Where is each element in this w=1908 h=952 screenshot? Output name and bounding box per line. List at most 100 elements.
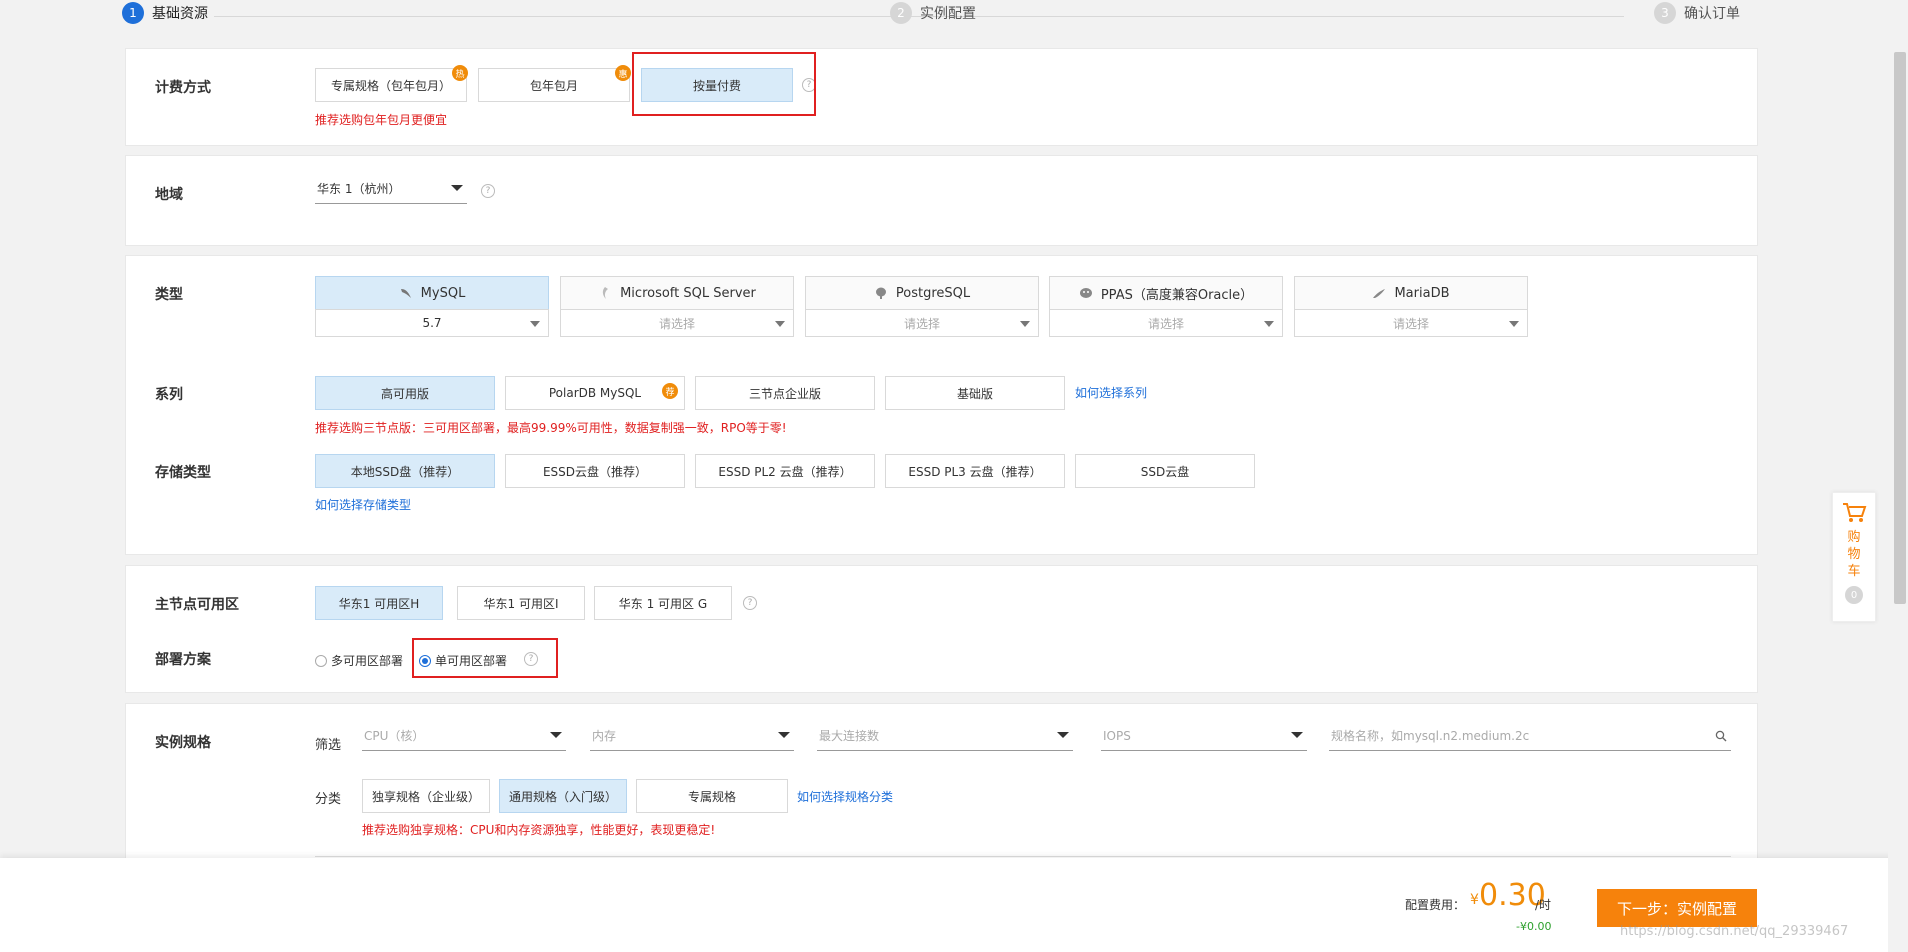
spec-search-input[interactable]: 规格名称，如mysql.n2.medium.2c: [1329, 721, 1731, 751]
annotation-box: [412, 638, 558, 678]
chevron-down-icon: [1057, 732, 1069, 738]
max-connections-filter-select[interactable]: 最大连接数: [817, 721, 1073, 751]
zone-option-g[interactable]: 华东 1 可用区 G: [594, 586, 732, 620]
engine-header[interactable]: MariaDB: [1294, 276, 1528, 310]
option-label: 本地SSD盘（推荐）: [350, 464, 460, 479]
storage-option-essd[interactable]: ESSD云盘（推荐）: [505, 454, 685, 488]
search-icon[interactable]: [1715, 730, 1727, 742]
version-value: 请选择: [1392, 316, 1429, 331]
option-label: 华东1 可用区H: [338, 596, 420, 611]
help-icon[interactable]: ?: [743, 596, 757, 610]
spec-card: 实例规格 筛选 CPU（核） 内存 最大连接数 IOPS 规格名称，如mysql…: [125, 703, 1758, 863]
series-option-high-availability[interactable]: 高可用版: [315, 376, 495, 410]
series-note: 推荐选购三节点版：三可用区部署，最高99.99%可用性，数据复制强一致，RPO等…: [315, 421, 787, 435]
option-label: 高可用版: [380, 386, 429, 401]
engine-header[interactable]: Microsoft SQL Server: [560, 276, 794, 310]
cart-count: 0: [1845, 586, 1863, 604]
category-label: 分类: [315, 792, 342, 807]
version-value: 请选择: [658, 316, 695, 331]
version-value: 请选择: [903, 316, 940, 331]
next-step-button[interactable]: 下一步：实例配置: [1597, 889, 1757, 927]
filter-label: 筛选: [315, 738, 342, 753]
version-select[interactable]: 5.7: [315, 309, 549, 337]
zone-option-h[interactable]: 华东1 可用区H: [315, 586, 443, 620]
zone-option-i[interactable]: 华东1 可用区I: [457, 586, 585, 620]
billing-option-subscription[interactable]: 包年包月 惠: [478, 65, 631, 102]
step-3: 3 确认订单: [1654, 2, 1740, 24]
watermark: https://blog.csdn.net/qq_29339467: [1620, 924, 1849, 939]
storage-option-essd-pl2[interactable]: ESSD PL2 云盘（推荐）: [695, 454, 875, 488]
option-label: 华东1 可用区I: [483, 596, 559, 611]
radio-button[interactable]: [315, 654, 327, 667]
engine-mariadb[interactable]: MariaDB 请选择: [1294, 276, 1528, 338]
ppas-icon: [1079, 288, 1092, 298]
engine-name: MariaDB: [1394, 285, 1450, 301]
engine-sqlserver[interactable]: Microsoft SQL Server 请选择: [560, 276, 794, 338]
storage-option-essd-pl3[interactable]: ESSD PL3 云盘（推荐）: [885, 454, 1065, 488]
engine-mysql[interactable]: MySQL 5.7: [315, 276, 549, 338]
mariadb-seal-icon: [1373, 289, 1386, 298]
fee-discount: -¥0.00: [1516, 920, 1552, 933]
region-card: 地域 华东 1（杭州） ?: [125, 155, 1758, 246]
storage-option-ssd[interactable]: SSD云盘: [1075, 454, 1255, 488]
sqlserver-icon: [602, 287, 609, 299]
engine-ppas[interactable]: PPAS（高度兼容Oracle） 请选择: [1049, 276, 1283, 338]
version-select[interactable]: 请选择: [805, 309, 1039, 337]
billing-option-dedicated[interactable]: 专属规格（包年包月） 热: [315, 65, 468, 102]
hot-badge: 热: [452, 65, 468, 81]
engine-postgresql[interactable]: PostgreSQL 请选择: [805, 276, 1039, 338]
series-option-three-node[interactable]: 三节点企业版: [695, 376, 875, 410]
database-config-card: 类型 MySQL 5.7 Microsoft SQL Server 请选择 Po…: [125, 255, 1758, 555]
option-label: 独享规格（企业级）: [371, 789, 480, 804]
region-title: 地域: [155, 187, 183, 203]
series-option-polardb[interactable]: PolarDB MySQL 荐: [505, 376, 685, 410]
deploy-title: 部署方案: [155, 652, 211, 668]
option-label: ESSD云盘（推荐）: [542, 464, 648, 479]
option-label: SSD云盘: [1140, 464, 1190, 479]
step-label: 确认订单: [1684, 6, 1740, 22]
storage-option-local-ssd[interactable]: 本地SSD盘（推荐）: [315, 454, 495, 488]
engine-header[interactable]: MySQL: [315, 276, 549, 310]
cpu-filter-select[interactable]: CPU（核）: [362, 721, 566, 751]
fee-unit: /时: [1535, 898, 1552, 912]
step-label: 基础资源: [152, 6, 208, 22]
step-2: 2 实例配置: [890, 2, 976, 24]
scrollbar-thumb[interactable]: [1894, 52, 1906, 604]
help-icon[interactable]: ?: [481, 184, 495, 198]
step-number: 3: [1654, 2, 1676, 24]
iops-filter-select[interactable]: IOPS: [1101, 721, 1307, 751]
category-help-link[interactable]: 如何选择规格分类: [797, 788, 893, 805]
engine-name: PPAS（高度兼容Oracle）: [1100, 287, 1254, 303]
option-label: 三节点企业版: [748, 386, 821, 401]
engine-name: PostgreSQL: [895, 285, 971, 301]
region-select[interactable]: 华东 1（杭州）: [315, 174, 467, 204]
category-option-general-entry[interactable]: 通用规格（入门级）: [499, 779, 627, 813]
version-select[interactable]: 请选择: [1294, 309, 1528, 337]
category-option-exclusive[interactable]: 专属规格: [636, 779, 788, 813]
engine-header[interactable]: PPAS（高度兼容Oracle）: [1049, 276, 1283, 310]
version-select[interactable]: 请选择: [560, 309, 794, 337]
discount-badge: 惠: [615, 65, 631, 81]
option-label: ESSD PL2 云盘（推荐）: [718, 464, 852, 479]
version-value: 请选择: [1147, 316, 1184, 331]
fee-currency: ¥: [1470, 892, 1479, 908]
type-title: 类型: [155, 287, 183, 303]
chevron-down-icon: [1509, 321, 1519, 327]
chevron-down-icon: [451, 185, 463, 191]
chevron-down-icon: [775, 321, 785, 327]
step-number: 1: [122, 2, 144, 24]
memory-filter-select[interactable]: 内存: [590, 721, 794, 751]
engine-header[interactable]: PostgreSQL: [805, 276, 1039, 310]
storage-help-link[interactable]: 如何选择存储类型: [315, 496, 411, 513]
series-option-basic[interactable]: 基础版: [885, 376, 1065, 410]
option-label: 通用规格（入门级）: [508, 789, 617, 804]
mysql-dolphin-icon: [400, 289, 411, 298]
version-select[interactable]: 请选择: [1049, 309, 1283, 337]
series-help-link[interactable]: 如何选择系列: [1075, 384, 1147, 401]
cart-widget[interactable]: 购物车 0: [1832, 492, 1876, 622]
category-option-dedicated-enterprise[interactable]: 独享规格（企业级）: [362, 779, 490, 813]
deploy-option-multi-zone[interactable]: 多可用区部署: [315, 652, 403, 669]
chevron-down-icon: [1020, 321, 1030, 327]
engine-name: Microsoft SQL Server: [620, 285, 756, 301]
engine-name: MySQL: [420, 285, 466, 301]
